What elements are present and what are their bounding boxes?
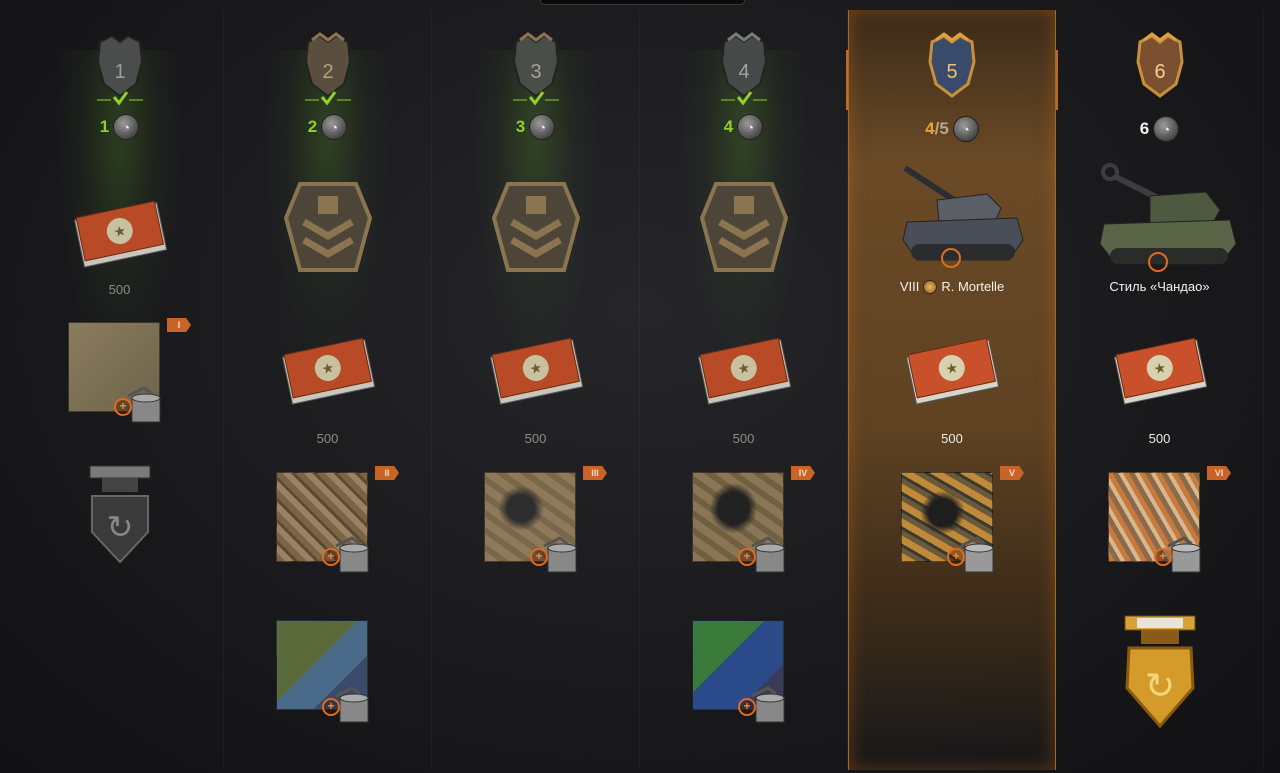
stage-progress: 4 ◔ — [640, 114, 847, 140]
stage-progress: 6 ◔ — [1056, 116, 1263, 142]
zoom-icon[interactable]: + — [322, 548, 340, 566]
stage-column-5[interactable]: 5 4/5 ◔ VIII R. Mortelle ★ 500 V + — [846, 10, 1058, 770]
zoom-icon[interactable]: + — [947, 548, 965, 566]
stage-column-2[interactable]: 2 2 ◔ ★ 500 II + + — [224, 10, 432, 770]
gold-shield-badge-icon[interactable]: ↻ — [1115, 612, 1205, 734]
coin-icon: ◔ — [321, 114, 348, 140]
booster-pack-icon[interactable]: ★ — [902, 332, 1002, 407]
style-name-label: Стиль «Чандао» — [1109, 279, 1210, 294]
stage-column-6[interactable]: 6 6 ◔ Стиль «Чандао» ★ 500 VI + ↻ — [1056, 10, 1264, 770]
stage-progress: 4/5 ◔ — [849, 116, 1055, 142]
booster-pack-icon[interactable]: ★ — [1110, 332, 1210, 407]
reward-amount: 500 — [732, 431, 755, 446]
zoom-icon[interactable]: + — [114, 398, 132, 416]
svg-text:↻: ↻ — [1144, 665, 1174, 706]
zoom-icon[interactable]: + — [738, 698, 756, 716]
zoom-icon[interactable]: + — [322, 698, 340, 716]
chevron-emblem-icon[interactable] — [280, 170, 376, 280]
top-tab-indicator — [540, 0, 745, 5]
svg-text:4: 4 — [738, 61, 749, 83]
stage-progress: 3 ◔ — [432, 114, 639, 140]
reward-amount: 500 — [316, 431, 339, 446]
vehicle-name-label: VIII R. Mortelle — [899, 279, 1005, 294]
svg-text:3: 3 — [530, 61, 541, 83]
tier-tag: IV — [791, 466, 815, 480]
zoom-icon[interactable]: + — [738, 548, 756, 566]
tier-tag: VI — [1207, 466, 1231, 480]
stages-row: 1 1 ◔ ★ 500 I + ↻ 2 2 ◔ ★ 500 II + + 3 3… — [16, 10, 1266, 770]
silver-shield-badge-icon[interactable]: ↻ — [80, 462, 160, 572]
stage-column-1[interactable]: 1 1 ◔ ★ 500 I + ↻ — [16, 10, 224, 770]
checkmark-icon — [304, 91, 351, 106]
reward-amount: 500 — [108, 282, 131, 297]
stage-badge-6: 6 — [1130, 32, 1190, 100]
tier-tag: II — [375, 466, 399, 480]
coin-icon: ◔ — [529, 114, 556, 140]
zoom-icon[interactable]: + — [1154, 548, 1172, 566]
tier-tag: I — [167, 318, 191, 332]
tier-tag: V — [1000, 466, 1024, 480]
checkmark-icon — [512, 91, 559, 106]
coin-icon: ◔ — [113, 114, 140, 140]
booster-pack-icon[interactable]: ★ — [70, 195, 170, 270]
svg-text:2: 2 — [322, 61, 333, 83]
svg-text:↻: ↻ — [106, 509, 133, 545]
tank-image[interactable] — [877, 160, 1027, 275]
checkmark-icon — [720, 91, 767, 106]
svg-text:1: 1 — [114, 61, 125, 83]
stage-progress: 2 ◔ — [224, 114, 431, 140]
zoom-icon[interactable]: + — [530, 548, 548, 566]
reward-amount: 500 — [1148, 431, 1171, 446]
nation-flag-icon — [923, 279, 938, 294]
booster-pack-icon[interactable]: ★ — [486, 332, 586, 407]
booster-pack-icon[interactable]: ★ — [278, 332, 378, 407]
svg-text:6: 6 — [1154, 61, 1165, 83]
coin-icon: ◔ — [1153, 116, 1180, 142]
coin-icon: ◔ — [737, 114, 764, 140]
stage-column-4[interactable]: 4 4 ◔ ★ 500 IV + + — [640, 10, 848, 770]
booster-pack-icon[interactable]: ★ — [694, 332, 794, 407]
stage-progress: 1 ◔ — [16, 114, 223, 140]
tank-style-image[interactable] — [1080, 160, 1240, 275]
reward-amount: 500 — [524, 431, 547, 446]
checkmark-icon — [96, 91, 143, 106]
chevron-emblem-icon[interactable] — [488, 170, 584, 280]
svg-text:5: 5 — [946, 61, 957, 83]
stage-column-3[interactable]: 3 3 ◔ ★ 500 III + — [432, 10, 640, 770]
reward-amount: 500 — [941, 431, 963, 446]
tier-tag: III — [583, 466, 607, 480]
stage-badge-5: 5 — [922, 32, 982, 100]
coin-icon: ◔ — [952, 116, 979, 142]
chevron-emblem-icon[interactable] — [696, 170, 792, 280]
